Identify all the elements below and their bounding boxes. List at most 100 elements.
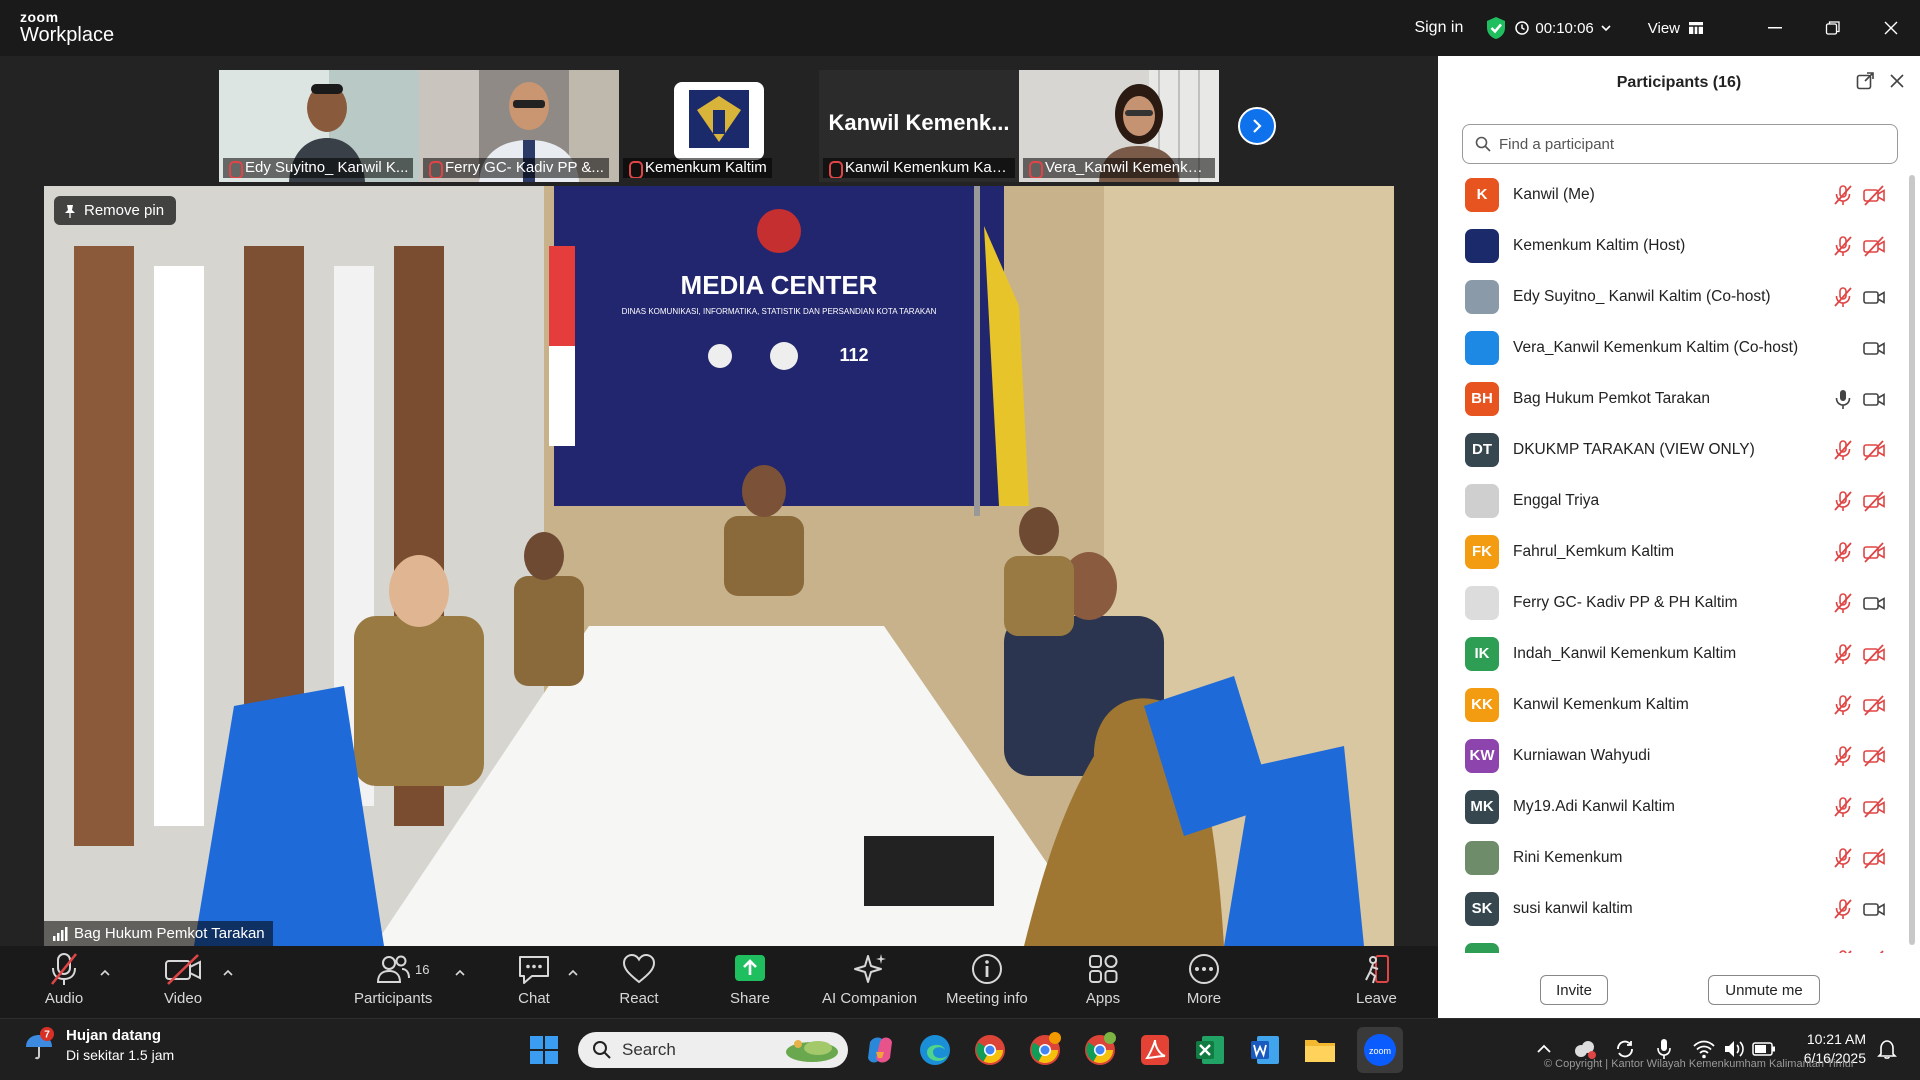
battery-icon[interactable] bbox=[1752, 1040, 1776, 1058]
close-button[interactable] bbox=[1862, 0, 1920, 56]
view-button[interactable]: View bbox=[1648, 20, 1704, 37]
weather-widget[interactable]: 7 Hujan datang Di sekitar 1.5 jam bbox=[22, 1027, 174, 1063]
next-page-button[interactable] bbox=[1238, 107, 1276, 145]
chevron-up-icon[interactable] bbox=[1534, 1039, 1554, 1059]
participant-row[interactable]: FK Fahrul_Kemkum Kaltim bbox=[1438, 526, 1908, 577]
camera-icon[interactable] bbox=[1862, 592, 1886, 619]
react-button[interactable]: React bbox=[619, 952, 659, 1007]
camera-icon[interactable] bbox=[1862, 898, 1886, 925]
remove-pin-button[interactable]: Remove pin bbox=[54, 196, 177, 225]
participant-row[interactable] bbox=[1438, 934, 1908, 953]
video-tile[interactable]: Vera_Kanwil Kemenkum K... bbox=[1019, 70, 1219, 182]
camera-off-icon[interactable] bbox=[1862, 847, 1886, 874]
video-button[interactable]: Video bbox=[163, 952, 203, 1007]
word-icon[interactable] bbox=[1247, 1032, 1283, 1068]
microphone-tray-icon[interactable] bbox=[1656, 1038, 1672, 1060]
chat-options-caret-icon[interactable] bbox=[566, 966, 580, 980]
microphone-muted-icon[interactable] bbox=[1832, 694, 1854, 721]
video-options-caret-icon[interactable] bbox=[221, 966, 235, 980]
meeting-info-button[interactable]: Meeting info bbox=[946, 952, 1028, 1007]
participant-row[interactable]: IK Indah_Kanwil Kemenkum Kaltim bbox=[1438, 628, 1908, 679]
chrome-profile-icon[interactable] bbox=[1027, 1032, 1063, 1068]
microphone-muted-icon[interactable] bbox=[1832, 235, 1854, 262]
participant-row[interactable]: DT DKUKMP TARAKAN (VIEW ONLY) bbox=[1438, 424, 1908, 475]
unmute-me-button[interactable]: Unmute me bbox=[1708, 975, 1820, 1005]
notification-bell-icon[interactable] bbox=[1876, 1038, 1898, 1060]
scrollbar-thumb[interactable] bbox=[1909, 175, 1915, 945]
microphone-muted-icon[interactable] bbox=[1832, 439, 1854, 466]
participant-row[interactable]: BH Bag Hukum Pemkot Tarakan bbox=[1438, 373, 1908, 424]
participants-options-caret-icon[interactable] bbox=[453, 966, 467, 980]
participant-row[interactable]: MK My19.Adi Kanwil Kaltim bbox=[1438, 781, 1908, 832]
participant-row[interactable]: Edy Suyitno_ Kanwil Kaltim (Co-host) bbox=[1438, 271, 1908, 322]
camera-off-icon[interactable] bbox=[1862, 694, 1886, 721]
camera-icon[interactable] bbox=[1862, 388, 1886, 415]
camera-icon[interactable] bbox=[1862, 337, 1886, 364]
copilot-icon[interactable] bbox=[862, 1032, 898, 1068]
participant-row[interactable]: KK Kanwil Kemenkum Kaltim bbox=[1438, 679, 1908, 730]
camera-off-icon[interactable] bbox=[1862, 643, 1886, 670]
file-explorer-icon[interactable] bbox=[1302, 1032, 1338, 1068]
participant-row[interactable]: Rini Kemenkum bbox=[1438, 832, 1908, 883]
wifi-icon[interactable] bbox=[1692, 1038, 1716, 1060]
microphone-muted-icon[interactable] bbox=[1832, 643, 1854, 670]
volume-icon[interactable] bbox=[1722, 1038, 1746, 1060]
minimize-button[interactable] bbox=[1746, 0, 1804, 56]
sign-in-link[interactable]: Sign in bbox=[1414, 19, 1463, 37]
participant-row[interactable]: KW Kurniawan Wahyudi bbox=[1438, 730, 1908, 781]
microphone-muted-icon[interactable] bbox=[1832, 847, 1854, 874]
leave-button[interactable]: Leave bbox=[1356, 952, 1397, 1007]
microphone-muted-icon[interactable] bbox=[1832, 949, 1854, 953]
edge-icon[interactable] bbox=[917, 1032, 953, 1068]
apps-button[interactable]: Apps bbox=[1083, 952, 1123, 1007]
participant-search[interactable] bbox=[1462, 124, 1898, 164]
participant-list-scrollbar[interactable] bbox=[1908, 171, 1916, 953]
microphone-muted-icon[interactable] bbox=[1832, 745, 1854, 772]
chrome-icon[interactable] bbox=[972, 1032, 1008, 1068]
excel-icon[interactable] bbox=[1192, 1032, 1228, 1068]
pop-out-icon[interactable] bbox=[1856, 72, 1874, 90]
participants-button[interactable]: Participants bbox=[354, 952, 432, 1007]
sync-icon[interactable] bbox=[1614, 1038, 1636, 1060]
participant-row[interactable]: Vera_Kanwil Kemenkum Kaltim (Co-host) bbox=[1438, 322, 1908, 373]
microphone-muted-icon[interactable] bbox=[1832, 796, 1854, 823]
pinned-video[interactable]: MEDIA CENTER DINAS KOMUNIKASI, INFORMATI… bbox=[44, 186, 1394, 946]
participant-row[interactable]: K Kanwil (Me) bbox=[1438, 169, 1908, 220]
camera-off-icon[interactable] bbox=[1862, 490, 1886, 517]
microphone-muted-icon[interactable] bbox=[1832, 184, 1854, 211]
audio-button[interactable]: Audio bbox=[44, 952, 84, 1007]
camera-off-icon[interactable] bbox=[1862, 235, 1886, 262]
microphone-muted-icon[interactable] bbox=[1832, 490, 1854, 517]
microphone-muted-icon[interactable] bbox=[1832, 541, 1854, 568]
video-tile[interactable]: Kanwil Kemenk... Kanwil Kemenkum Kalt... bbox=[819, 70, 1019, 182]
camera-off-icon[interactable] bbox=[1862, 745, 1886, 772]
participant-row[interactable]: Enggal Triya bbox=[1438, 475, 1908, 526]
audio-options-caret-icon[interactable] bbox=[98, 966, 112, 980]
close-panel-icon[interactable] bbox=[1890, 74, 1904, 88]
acrobat-icon[interactable] bbox=[1137, 1032, 1173, 1068]
restore-button[interactable] bbox=[1804, 0, 1862, 56]
windows-start-icon[interactable] bbox=[526, 1032, 562, 1068]
camera-off-icon[interactable] bbox=[1862, 439, 1886, 466]
zoom-app-icon[interactable]: zoom bbox=[1357, 1027, 1403, 1073]
participant-row[interactable]: SK susi kanwil kaltim bbox=[1438, 883, 1908, 934]
microphone-muted-icon[interactable] bbox=[1832, 592, 1854, 619]
participant-search-input[interactable] bbox=[1499, 135, 1879, 153]
meeting-timer[interactable]: 00:10:06 bbox=[1515, 20, 1611, 37]
microphone-icon[interactable] bbox=[1832, 388, 1854, 415]
video-tile[interactable]: Kemenkum Kaltim bbox=[619, 70, 819, 182]
chat-button[interactable]: Chat bbox=[514, 952, 554, 1007]
more-button[interactable]: More bbox=[1184, 952, 1224, 1007]
camera-off-icon[interactable] bbox=[1862, 541, 1886, 568]
video-tile[interactable]: Ferry GC- Kadiv PP &... bbox=[419, 70, 619, 182]
camera-icon[interactable] bbox=[1862, 286, 1886, 313]
camera-off-icon[interactable] bbox=[1862, 949, 1886, 953]
ai-companion-button[interactable]: AI Companion bbox=[822, 952, 917, 1007]
participant-row[interactable]: Ferry GC- Kadiv PP & PH Kaltim bbox=[1438, 577, 1908, 628]
share-button[interactable]: Share bbox=[730, 952, 770, 1007]
chrome-profile-icon[interactable] bbox=[1082, 1032, 1118, 1068]
camera-off-icon[interactable] bbox=[1862, 184, 1886, 211]
taskbar-search[interactable]: Search bbox=[578, 1032, 848, 1068]
microphone-muted-icon[interactable] bbox=[1832, 286, 1854, 313]
participant-row[interactable]: Kemenkum Kaltim (Host) bbox=[1438, 220, 1908, 271]
